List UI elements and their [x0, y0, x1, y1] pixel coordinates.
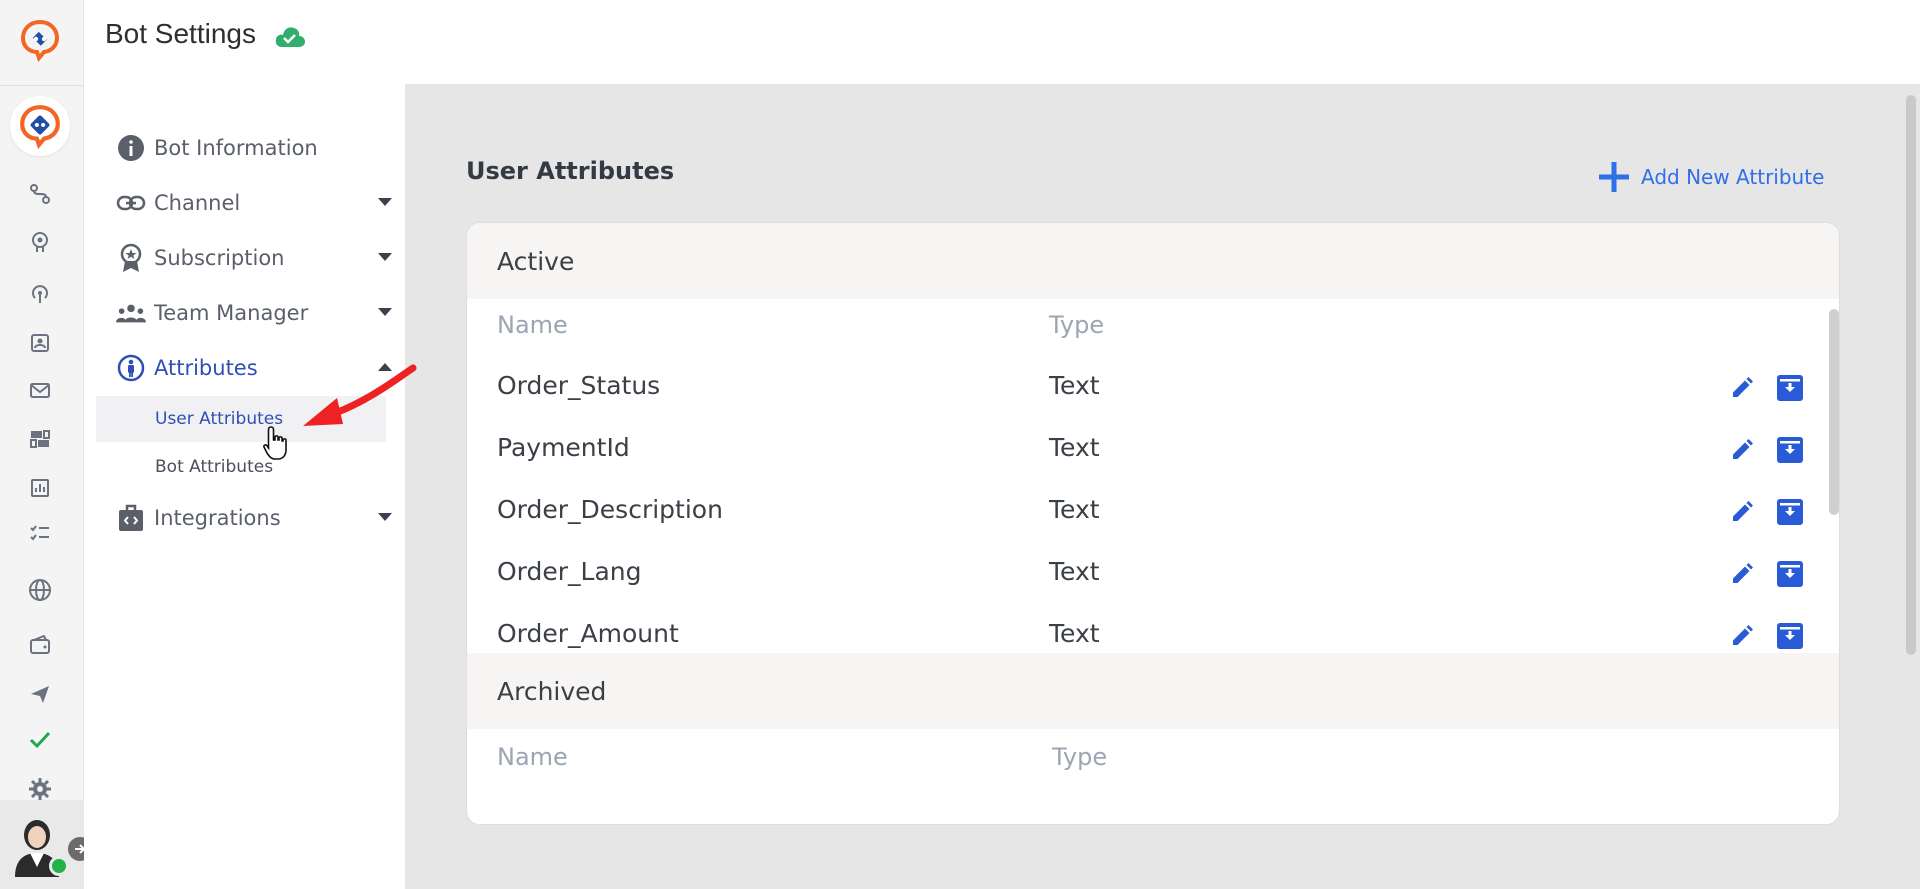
- chevron-down-icon[interactable]: [378, 253, 392, 261]
- nav-item-label: Bot Information: [154, 136, 318, 160]
- top-header: Bot Settings: [84, 0, 1920, 84]
- attribute-type: Text: [1049, 619, 1100, 648]
- active-table-scrollbar[interactable]: [1829, 309, 1839, 515]
- archive-button[interactable]: [1775, 621, 1805, 651]
- badge-icon: [116, 243, 146, 273]
- rail-divider: [0, 85, 84, 86]
- app-logo-icon[interactable]: [18, 18, 62, 62]
- nav-item-integrations[interactable]: Integrations: [116, 498, 392, 538]
- check-icon[interactable]: [26, 726, 54, 754]
- analytics-icon[interactable]: [26, 474, 54, 502]
- table-row: Order_Status Text: [467, 359, 1839, 421]
- wallet-icon[interactable]: [26, 631, 54, 659]
- online-status-dot: [49, 856, 69, 876]
- active-table[interactable]: Name Type Order_Status Text PaymentId Te…: [467, 299, 1839, 653]
- table-row: PaymentId Text: [467, 421, 1839, 483]
- archive-button[interactable]: [1775, 373, 1805, 403]
- attribute-name: Order_Amount: [497, 619, 679, 648]
- dashboard-icon[interactable]: [26, 425, 54, 453]
- add-new-attribute-label: Add New Attribute: [1641, 165, 1825, 189]
- archive-icon: [1777, 375, 1803, 401]
- edit-button[interactable]: [1727, 621, 1757, 651]
- person-circle-icon: [116, 353, 146, 383]
- plus-icon: [1599, 162, 1629, 192]
- chevron-down-icon[interactable]: [378, 198, 392, 206]
- brain-icon[interactable]: [26, 228, 54, 256]
- chevron-down-icon[interactable]: [378, 513, 392, 521]
- edit-button[interactable]: [1727, 435, 1757, 465]
- pencil-icon: [1733, 563, 1753, 583]
- code-bag-icon: [116, 503, 146, 533]
- active-group-heading: Active: [467, 223, 1839, 299]
- archived-col-header-type: Type: [1052, 743, 1108, 771]
- nav-item-subscription[interactable]: Subscription: [116, 238, 392, 278]
- chevron-down-icon[interactable]: [378, 308, 392, 316]
- nav-item-label: Team Manager: [154, 301, 309, 325]
- mail-icon[interactable]: [26, 376, 54, 404]
- attribute-type: Text: [1049, 371, 1100, 400]
- archive-button[interactable]: [1775, 435, 1805, 465]
- link-icon: [116, 188, 146, 218]
- section-title: User Attributes: [466, 157, 675, 185]
- attribute-type: Text: [1049, 557, 1100, 586]
- attribute-type: Text: [1049, 433, 1100, 462]
- page-title: Bot Settings: [105, 18, 256, 49]
- info-icon: [116, 133, 146, 163]
- attributes-card: Active Name Type Order_Status Text Payme…: [466, 222, 1840, 825]
- send-icon[interactable]: [26, 680, 54, 708]
- red-arrow-annotation: [303, 364, 417, 426]
- main-content: User Attributes Add New Attribute Active…: [405, 84, 1920, 889]
- archived-group-heading: Archived: [467, 653, 1839, 729]
- attribute-name: Order_Status: [497, 371, 661, 400]
- sub-item-bot-attributes[interactable]: Bot Attributes: [96, 444, 386, 490]
- team-icon: [116, 298, 146, 328]
- pencil-icon: [1733, 501, 1753, 521]
- page-scrollbar[interactable]: [1906, 95, 1916, 655]
- table-row: Order_Description Text: [467, 483, 1839, 545]
- archive-button[interactable]: [1775, 497, 1805, 527]
- archive-icon: [1777, 437, 1803, 463]
- attribute-name: Order_Description: [497, 495, 723, 524]
- archive-icon: [1777, 499, 1803, 525]
- bot-avatar[interactable]: [10, 96, 70, 156]
- pencil-icon: [1733, 625, 1753, 645]
- attribute-name: PaymentId: [497, 433, 630, 462]
- edit-button[interactable]: [1727, 497, 1757, 527]
- checklist-icon[interactable]: [26, 519, 54, 547]
- settings-icon[interactable]: [26, 775, 54, 803]
- settings-nav: Bot Information Channel Subscription Tea…: [84, 84, 405, 889]
- edit-button[interactable]: [1727, 559, 1757, 589]
- bot-logo-icon: [20, 105, 60, 149]
- archive-icon: [1777, 561, 1803, 587]
- icon-rail: [0, 0, 92, 889]
- cloud-check-icon: [275, 27, 305, 47]
- attribute-name: Order_Lang: [497, 557, 642, 586]
- attribute-type: Text: [1049, 495, 1100, 524]
- table-row: Order_Lang Text: [467, 545, 1839, 607]
- nav-item-channel[interactable]: Channel: [116, 183, 392, 223]
- table-row: Order_Amount Text: [467, 607, 1839, 653]
- broadcast-icon[interactable]: [26, 279, 54, 307]
- nav-item-bot-information[interactable]: Bot Information: [116, 128, 366, 168]
- nav-item-team-manager[interactable]: Team Manager: [116, 293, 392, 333]
- contacts-icon[interactable]: [26, 329, 54, 357]
- nav-item-label: Attributes: [154, 356, 258, 380]
- archive-icon: [1777, 623, 1803, 649]
- hand-cursor-icon: [263, 426, 287, 460]
- nav-item-label: Subscription: [154, 246, 285, 270]
- flow-icon[interactable]: [26, 180, 54, 208]
- archive-button[interactable]: [1775, 559, 1805, 589]
- nav-item-label: Integrations: [154, 506, 281, 530]
- pencil-icon: [1733, 439, 1753, 459]
- add-new-attribute-button[interactable]: Add New Attribute: [1597, 160, 1824, 194]
- pencil-icon: [1733, 377, 1753, 397]
- col-header-type: Type: [1049, 311, 1105, 339]
- archived-col-header-name: Name: [497, 743, 568, 771]
- globe-icon[interactable]: [26, 576, 54, 604]
- nav-item-label: Channel: [154, 191, 241, 215]
- col-header-name: Name: [497, 311, 568, 339]
- edit-button[interactable]: [1727, 373, 1757, 403]
